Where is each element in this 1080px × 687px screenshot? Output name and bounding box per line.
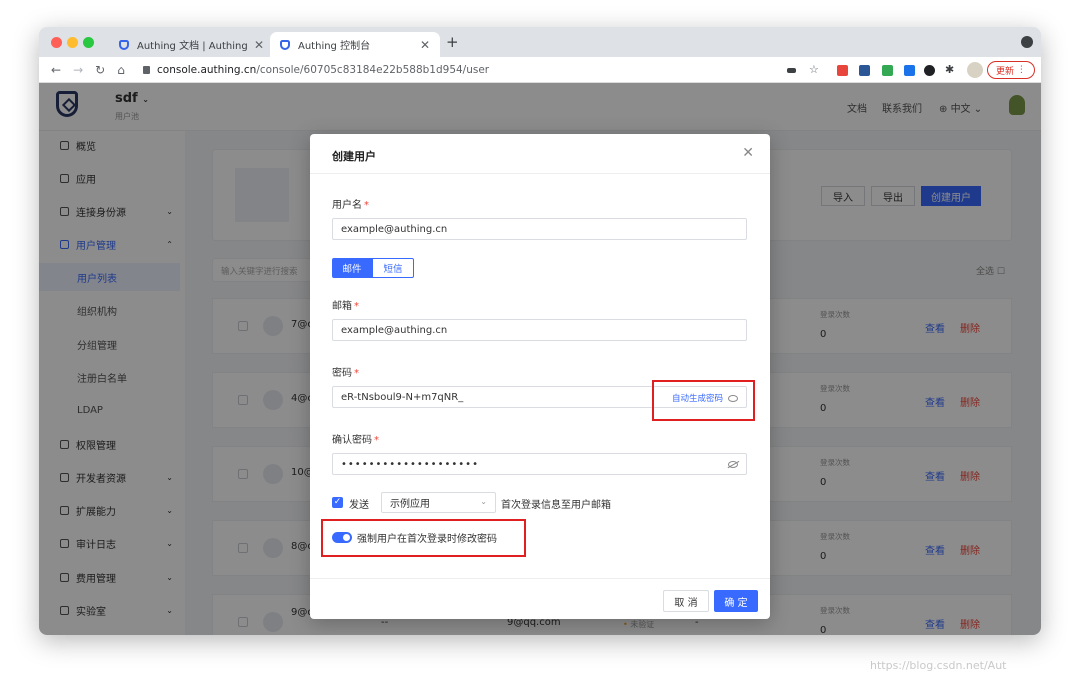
extension-icon[interactable] (859, 65, 870, 76)
modal-footer-divider (310, 578, 770, 579)
tab-title: Authing 文档 | Authing 文档 (137, 41, 248, 52)
extension-fe-icon[interactable] (837, 65, 848, 76)
extension-icon[interactable] (904, 65, 915, 76)
tab-strip: Authing 文档 | Authing 文档 ✕ Authing 控制台 ✕ … (39, 27, 1041, 57)
password-label-text: 密码 (332, 368, 352, 379)
maximize-window-button[interactable] (83, 37, 94, 48)
chevron-down-icon: ⌄ (480, 497, 487, 506)
url-path: /console/60705c83184e22b588b1d954/user (256, 64, 490, 76)
update-button[interactable]: 更新 ⋮ (987, 61, 1035, 79)
send-checkbox[interactable]: ✓ (332, 497, 343, 508)
back-icon[interactable]: ← (51, 63, 61, 77)
username-label: 用户名 * (332, 200, 369, 211)
browser-window: Authing 文档 | Authing 文档 ✕ Authing 控制台 ✕ … (39, 27, 1041, 635)
watermark: https://blog.csdn.net/Aut (870, 659, 1007, 672)
annotation-box-force-change (321, 519, 526, 557)
tab-sms[interactable]: 短信 (372, 258, 414, 278)
confirm-password-input[interactable]: •••••••••••••••••••• (332, 453, 747, 475)
new-tab-icon[interactable]: + (446, 33, 459, 51)
username-label-text: 用户名 (332, 200, 362, 211)
app-select[interactable]: 示例应用 ⌄ (381, 492, 496, 513)
cancel-button[interactable]: 取 消 (663, 590, 709, 612)
extension-icon[interactable] (882, 65, 893, 76)
lock-icon (143, 66, 150, 74)
password-label: 密码 * (332, 368, 359, 379)
window-menu-icon[interactable] (1021, 36, 1033, 48)
email-input[interactable]: example@authing.cn (332, 319, 747, 341)
bookmark-star-icon[interactable]: ☆ (809, 63, 820, 76)
tab-authing-docs[interactable]: Authing 文档 | Authing 文档 ✕ (109, 32, 274, 57)
tab-email[interactable]: 邮件 (332, 258, 372, 278)
tab-authing-console[interactable]: Authing 控制台 ✕ (270, 32, 440, 57)
close-icon[interactable]: ✕ (742, 145, 754, 161)
modal-divider (310, 173, 770, 174)
key-icon[interactable] (787, 68, 796, 73)
confirm-password-label-text: 确认密码 (332, 435, 372, 446)
username-input[interactable]: example@authing.cn (332, 218, 747, 240)
tab-close-icon[interactable]: ✕ (254, 38, 264, 52)
address-bar[interactable]: console.authing.cn/console/60705c83184e2… (143, 61, 489, 79)
send-label: 发送 (349, 500, 369, 511)
forward-icon[interactable]: → (73, 63, 83, 77)
eye-off-icon[interactable] (728, 461, 738, 468)
update-label: 更新 (996, 66, 1015, 77)
create-user-modal: 创建用户 ✕ 用户名 * example@authing.cn 邮件 短信 邮箱 *… (310, 134, 770, 619)
home-icon[interactable]: ⌂ (117, 63, 125, 77)
authing-favicon-icon (119, 39, 129, 50)
puzzle-icon[interactable]: ✱ (945, 63, 956, 76)
annotation-box-generate-password (652, 380, 755, 421)
minimize-window-button[interactable] (67, 37, 78, 48)
profile-avatar[interactable] (967, 62, 983, 78)
browser-toolbar: ← → ↻ ⌂ console.authing.cn/console/60705… (39, 57, 1041, 83)
tab-close-icon[interactable]: ✕ (420, 38, 430, 52)
confirm-button[interactable]: 确 定 (714, 590, 758, 612)
confirm-password-label: 确认密码 * (332, 435, 379, 446)
reload-icon[interactable]: ↻ (95, 63, 105, 77)
email-label-text: 邮箱 (332, 301, 352, 312)
close-window-button[interactable] (51, 37, 62, 48)
send-suffix-label: 首次登录信息至用户邮箱 (501, 500, 611, 511)
tab-title: Authing 控制台 (298, 41, 371, 52)
email-label: 邮箱 * (332, 301, 359, 312)
app-select-value: 示例应用 (390, 499, 430, 510)
url-host: console.authing.cn (157, 64, 257, 76)
modal-title: 创建用户 (332, 150, 376, 163)
authing-favicon-icon (280, 39, 290, 50)
extension-icon[interactable] (924, 65, 935, 76)
